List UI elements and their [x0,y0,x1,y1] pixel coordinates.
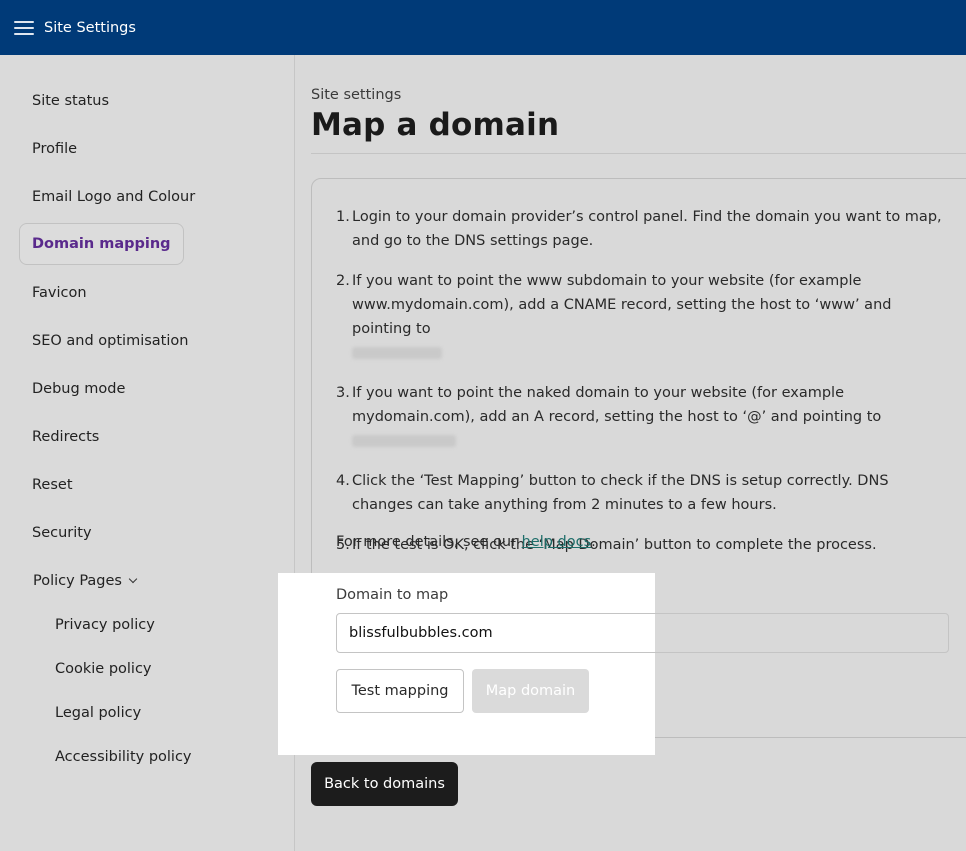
help-text-suffix: . [591,534,596,550]
sidebar-item-email-logo[interactable]: Email Logo and Colour [32,187,195,207]
sidebar-subitem-privacy-policy[interactable]: Privacy policy [55,615,155,635]
list-item: 2. If you want to point the www subdomai… [336,269,951,365]
sidebar-item-domain-mapping[interactable]: Domain mapping [19,223,184,265]
sidebar-item-site-status[interactable]: Site status [32,91,109,111]
redacted-value [352,347,442,359]
step-text: Login to your domain provider’s control … [352,209,942,249]
divider [311,153,966,154]
sidebar-item-reset[interactable]: Reset [32,475,73,495]
back-to-domains-button[interactable]: Back to domains [311,762,458,806]
instructions-list: 1. Login to your domain provider’s contr… [336,205,951,573]
sidebar-subitem-cookie-policy[interactable]: Cookie policy [55,659,152,679]
sidebar-item-profile[interactable]: Profile [32,139,77,159]
page-title: Map a domain [311,107,560,143]
step-text: If you want to point the naked domain to… [352,385,882,425]
list-item: 3. If you want to point the naked domain… [336,381,951,453]
step-number: 2. [336,273,350,289]
step-text: If you want to point the www subdomain t… [352,273,892,337]
test-mapping-button[interactable]: Test mapping [336,669,464,713]
breadcrumb: Site settings [311,87,402,103]
map-domain-button[interactable]: Map domain [472,669,589,713]
redacted-value [352,435,456,447]
sidebar-item-policy-pages[interactable]: Policy Pages [33,571,138,591]
app-title: Site Settings [44,19,136,36]
help-text-prefix: For more details, see our [336,534,522,550]
list-item: 4. Click the ‘Test Mapping’ button to ch… [336,469,951,517]
highlight-region [278,573,655,755]
hamburger-menu-icon[interactable] [14,20,34,35]
sidebar: Site status Profile Email Logo and Colou… [0,55,295,851]
sidebar-item-debug-mode[interactable]: Debug mode [32,379,125,399]
sidebar-item-favicon[interactable]: Favicon [32,283,87,303]
sidebar-subitem-accessibility-policy[interactable]: Accessibility policy [55,747,192,767]
list-item: 1. Login to your domain provider’s contr… [336,205,951,253]
top-bar: Site Settings [0,0,966,55]
step-number: 4. [336,473,350,489]
step-text: Click the ‘Test Mapping’ button to check… [352,473,889,513]
chevron-down-icon [128,574,138,584]
sidebar-item-redirects[interactable]: Redirects [32,427,99,447]
step-number: 3. [336,385,350,401]
domain-input[interactable] [336,613,949,653]
sidebar-item-label: Policy Pages [33,573,122,589]
sidebar-item-security[interactable]: Security [32,523,92,543]
help-text: For more details, see our help docs. [336,534,596,550]
sidebar-item-seo[interactable]: SEO and optimisation [32,331,188,351]
help-docs-link[interactable]: help docs [522,534,592,550]
sidebar-subitem-legal-policy[interactable]: Legal policy [55,703,141,723]
step-number: 1. [336,209,350,225]
domain-field-label: Domain to map [336,587,449,603]
